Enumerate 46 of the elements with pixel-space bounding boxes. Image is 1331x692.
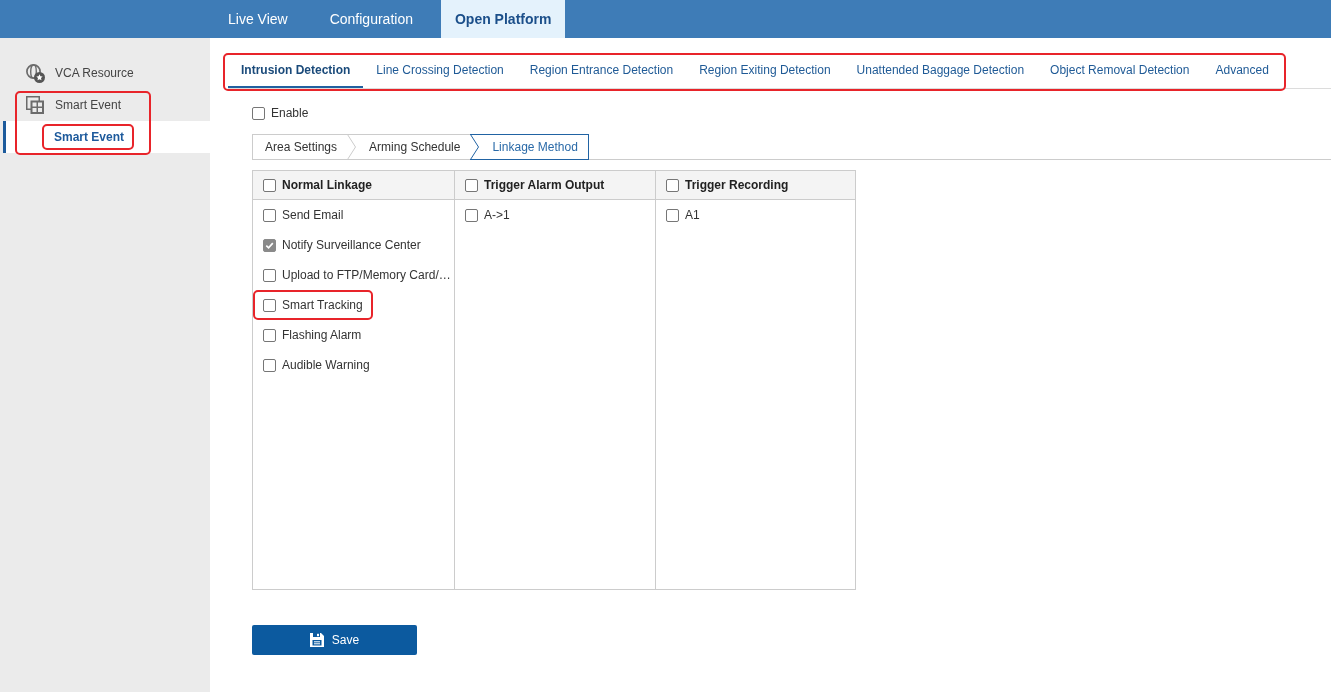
checkbox[interactable]: [263, 298, 276, 312]
checkbox[interactable]: [666, 178, 679, 192]
checkbox[interactable]: [263, 328, 276, 342]
option-label: Audible Warning: [282, 358, 370, 372]
checkbox[interactable]: [263, 178, 276, 192]
checkbox[interactable]: [263, 358, 276, 372]
option-label: A->1: [484, 208, 510, 222]
nav-tab[interactable]: Live View: [214, 0, 302, 38]
tab[interactable]: Line Crossing Detection: [363, 53, 517, 88]
globe-star-icon: [25, 63, 45, 83]
tab[interactable]: Region Entrance Detection: [516, 53, 687, 88]
option-label: Notify Surveillance Center: [282, 238, 421, 252]
option-label: Enable: [271, 106, 309, 120]
nav-tab[interactable]: Configuration: [315, 0, 427, 38]
column-header: Trigger Recording: [685, 178, 789, 192]
checkbox[interactable]: [465, 178, 478, 192]
column-header: Normal Linkage: [282, 178, 373, 192]
tab[interactable]: Unattended Baggage Detection: [843, 53, 1038, 88]
option-label: Flashing Alarm: [282, 328, 362, 342]
step-tab[interactable]: Arming Schedule: [357, 134, 471, 160]
tab[interactable]: Intrusion Detection: [228, 53, 364, 88]
checkbox[interactable]: [263, 208, 276, 222]
checkbox[interactable]: [252, 106, 265, 120]
column-header: Trigger Alarm Output: [484, 178, 605, 192]
tab[interactable]: Region Exiting Detection: [686, 53, 844, 88]
option-label: Upload to FTP/Memory Card/…: [282, 268, 451, 282]
checkbox[interactable]: [465, 208, 478, 222]
checkbox[interactable]: [666, 208, 679, 222]
option-label: Send Email: [282, 208, 344, 222]
option-label: Smart Tracking: [282, 298, 363, 312]
grid-icon: [26, 96, 44, 114]
option-label: A1: [685, 208, 700, 222]
chevron-icon: [347, 134, 358, 160]
save-button[interactable]: Save: [252, 625, 417, 655]
sidebar-item[interactable]: VCA Resource: [0, 57, 210, 89]
chevron-icon: [470, 134, 481, 160]
sidebar-item[interactable]: Smart Event: [0, 121, 210, 153]
nav-tab[interactable]: Open Platform: [440, 0, 566, 38]
checkbox[interactable]: [263, 268, 276, 282]
save-icon: [309, 633, 324, 647]
step-tab[interactable]: Area Settings: [252, 134, 348, 160]
tab[interactable]: Advanced: [1202, 53, 1282, 88]
tab[interactable]: Object Removal Detection: [1037, 53, 1203, 88]
sidebar-item[interactable]: Smart Event: [0, 89, 210, 121]
checkbox[interactable]: [263, 238, 276, 252]
step-tab[interactable]: Linkage Method: [480, 134, 589, 160]
